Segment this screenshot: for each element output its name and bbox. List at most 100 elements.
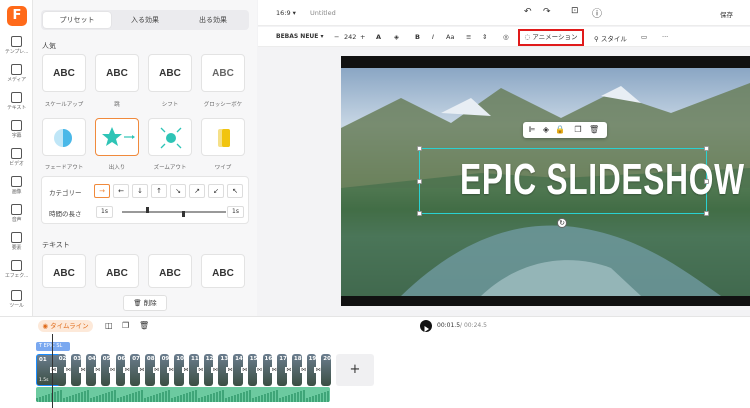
copy-icon[interactable]: ❐ [122, 321, 129, 330]
zoom-out-icon [160, 127, 182, 149]
preset-in-out[interactable] [95, 118, 139, 156]
direction-button[interactable]: ↘ [170, 184, 186, 198]
rail-item-image[interactable]: 画像 [0, 176, 33, 195]
headline-text[interactable]: EPIC SLIDESHOW [460, 155, 744, 205]
preset-bounce[interactable]: ABC [95, 54, 139, 92]
duplicate-icon[interactable]: ❐ [573, 125, 583, 135]
waveform-bar [120, 397, 122, 402]
resize-handle[interactable] [417, 179, 422, 184]
layers-icon[interactable]: ◎ [503, 33, 509, 41]
resize-handle[interactable] [417, 146, 422, 151]
slider-handle-start[interactable] [146, 207, 149, 213]
tab-exit-effects[interactable]: 出る効果 [179, 12, 247, 28]
audio-track[interactable] [36, 387, 330, 402]
waveform-bar [189, 392, 191, 402]
add-clip-button[interactable]: + [336, 354, 374, 386]
text-track-clip[interactable]: T EPIC SL [36, 342, 70, 351]
preset-fade-out[interactable] [42, 118, 86, 156]
video-preview[interactable]: ⊫ ◈ 🔒 ❐ 🗑 EPIC SLIDESHOW ↻ [341, 56, 750, 306]
save-button[interactable]: 保存 [720, 9, 733, 19]
font-select[interactable]: BEBAS NEUE ▾ [276, 33, 324, 40]
duration-slider[interactable] [122, 211, 226, 213]
text-preset[interactable]: ABC [148, 254, 192, 288]
preset-glossy-bokeh[interactable]: ABC [201, 54, 245, 92]
font-size-decrease[interactable]: − [334, 33, 339, 41]
top-bar: 16:9 ▾ Untitled ↶ ↷ ⊡ ⓘ 保存 [258, 0, 750, 26]
more-icon[interactable]: ··· [662, 33, 668, 41]
direction-button[interactable]: ← [113, 184, 129, 198]
split-icon[interactable]: ◫ [105, 321, 113, 330]
direction-button[interactable]: ↓ [132, 184, 148, 198]
font-size-increase[interactable]: + [360, 33, 365, 41]
text-preset[interactable]: ABC [42, 254, 86, 288]
headline-text-box[interactable]: EPIC SLIDESHOW [417, 146, 744, 216]
delete-element-icon[interactable]: 🗑 [589, 125, 599, 135]
case-icon[interactable]: Aa [446, 33, 454, 41]
resize-handle[interactable] [417, 211, 422, 216]
duration-start-value[interactable]: 1s [96, 206, 113, 218]
spacing-icon[interactable]: ⇕ [482, 33, 487, 41]
delete-button[interactable]: 🗑 削除 [123, 295, 167, 311]
rail-item-tools[interactable]: ツール [0, 290, 33, 309]
app-logo[interactable]: F [7, 6, 27, 26]
tab-enter-effects[interactable]: 入る効果 [111, 12, 179, 28]
animation-button[interactable]: ◌ アニメーション [518, 29, 584, 46]
layer-tool-icon[interactable]: ◈ [541, 125, 551, 135]
direction-button[interactable]: → [94, 184, 110, 198]
waveform-bar [270, 392, 272, 402]
waveform-bar [84, 391, 86, 402]
timeline-tab[interactable]: ◉ タイムライン [38, 320, 93, 332]
direction-button[interactable]: ↖ [227, 184, 243, 198]
rail-item-audio[interactable]: 音声 [0, 204, 33, 223]
trash-icon[interactable]: 🗑 [139, 321, 149, 330]
play-button[interactable] [420, 320, 432, 332]
undo-icon[interactable]: ↶ [524, 7, 532, 17]
waveform-bar [288, 395, 290, 402]
text-color-icon[interactable]: A [376, 33, 381, 41]
direction-button[interactable]: ↙ [208, 184, 224, 198]
align-tool-icon[interactable]: ⊫ [527, 125, 537, 135]
waveform-bar [261, 395, 263, 402]
rail-item-text[interactable]: テキスト [0, 92, 33, 111]
resize-handle[interactable] [704, 211, 709, 216]
video-clip[interactable]: 20 [321, 354, 331, 386]
text-section-title: テキスト [42, 241, 70, 249]
project-title[interactable]: Untitled [310, 9, 336, 17]
direction-button[interactable]: ↗ [189, 184, 205, 198]
preset-zoom-out[interactable] [148, 118, 192, 156]
playhead[interactable] [52, 334, 53, 408]
comment-icon[interactable]: ▭ [641, 33, 647, 41]
align-icon[interactable]: ≡ [466, 33, 471, 41]
direction-button[interactable]: ↑ [151, 184, 167, 198]
highlight-icon[interactable]: ◈ [394, 33, 399, 41]
rail-item-effects[interactable]: エフェク... [0, 260, 33, 279]
rail-item-media[interactable]: メディア [0, 64, 33, 83]
rotate-handle-icon[interactable]: ↻ [557, 218, 567, 228]
bold-icon[interactable]: B [415, 33, 420, 41]
clip-number: 14 [235, 356, 243, 362]
resize-handle[interactable] [704, 146, 709, 151]
resize-handle[interactable] [704, 179, 709, 184]
help-icon[interactable]: ⓘ [592, 5, 602, 20]
slider-handle-end[interactable] [182, 211, 185, 217]
preset-wipe[interactable] [201, 118, 245, 156]
rail-item-elements[interactable]: 要素 [0, 232, 33, 251]
text-preset[interactable]: ABC [201, 254, 245, 288]
aspect-ratio-select[interactable]: 16:9 ▾ [276, 9, 296, 17]
style-button[interactable]: ⚲ スタイル [594, 33, 627, 43]
font-size-value[interactable]: 242 [344, 33, 356, 41]
italic-icon[interactable]: I [432, 33, 434, 41]
rail-item-video[interactable]: ビデオ [0, 148, 33, 167]
redo-icon[interactable]: ↷ [543, 7, 551, 17]
waveform-bar [63, 398, 65, 402]
preset-scale-up[interactable]: ABC [42, 54, 86, 92]
tab-presets[interactable]: プリセット [43, 12, 111, 28]
rail-item-subtitle[interactable]: 字幕 [0, 120, 33, 139]
waveform-bar [60, 390, 62, 402]
text-preset[interactable]: ABC [95, 254, 139, 288]
lock-icon[interactable]: 🔒 [555, 125, 565, 135]
rail-item-template[interactable]: テンプレ... [0, 36, 33, 55]
duration-end-value[interactable]: 1s [227, 206, 244, 218]
preset-shift[interactable]: ABC [148, 54, 192, 92]
screenshot-icon[interactable]: ⊡ [571, 6, 579, 16]
